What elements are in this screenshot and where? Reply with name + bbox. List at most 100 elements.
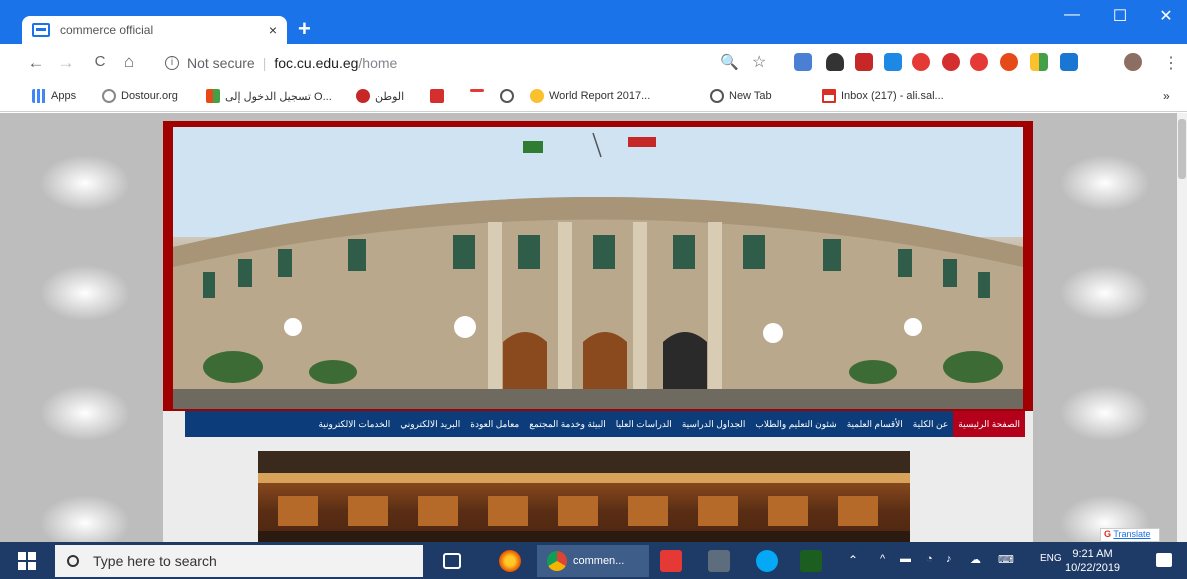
tab-strip: commerce official × + — ☐ ✕ [0,0,1187,44]
bookmark-new-tab[interactable]: New Tab [710,89,772,103]
profile-avatar[interactable] [1124,53,1142,71]
extension-8-icon[interactable] [1000,53,1018,71]
page-scrollbar[interactable] [1177,113,1187,542]
onedrive-icon[interactable]: ☁ [970,553,981,566]
page-viewport: الصفحة الرئيسية عن الكلية الأقسام العلمي… [0,113,1187,542]
globe-icon [102,89,116,103]
nav-about-faculty[interactable]: عن الكلية [908,411,953,437]
language-indicator[interactable]: ENG [1040,553,1062,564]
back-button[interactable]: ← [22,53,50,73]
nav-labs[interactable]: معامل العودة [465,411,524,437]
nav-graduate-studies[interactable]: الدراسات العليا [611,411,677,437]
extension-4-icon[interactable] [884,53,902,71]
minimize-button[interactable]: — [1052,6,1092,24]
bookmark-star-icon[interactable]: ☆ [752,52,766,72]
check-icon [530,89,544,103]
globe-icon [500,89,514,103]
extension-1-icon[interactable] [794,53,812,71]
nav-email[interactable]: البريد الالكتروني [395,411,465,437]
address-bar[interactable]: i Not secure | foc.cu.edu.eg /home [165,51,785,75]
chrome-menu-icon[interactable]: ⋮ [1163,53,1179,73]
bookmark-flag[interactable] [430,89,449,103]
address-host: foc.cu.edu.eg [274,55,359,71]
terminal-icon[interactable] [800,550,822,572]
keyboard-icon[interactable]: ⌨ [998,553,1014,566]
bookmarks-overflow-button[interactable]: » [1163,89,1170,103]
extension-7-icon[interactable] [970,53,988,71]
bookmark-globe[interactable] [500,89,519,103]
bookmark-elwatan[interactable]: الوطن [356,89,404,103]
action-center-icon[interactable] [1156,553,1172,567]
calendar-extension-icon[interactable] [855,53,873,71]
volume-icon[interactable]: ♪ [946,553,952,565]
firefox-icon[interactable] [499,550,521,572]
maximize-button[interactable]: ☐ [1100,6,1140,26]
nav-e-services[interactable]: الخدمات الالكترونية [313,411,395,437]
auditorium-photo [258,451,910,542]
adblock-icon[interactable] [942,53,960,71]
search-icon [67,555,79,567]
bookmark-apps[interactable]: Apps [32,89,76,103]
skype-icon[interactable] [756,550,778,572]
building-illustration [173,127,1023,409]
faculty-page: الصفحة الرئيسية عن الكلية الأقسام العلمي… [163,121,1033,542]
flag-icon [430,89,444,103]
network-icon[interactable]: ▬ [900,553,911,565]
extension-5-icon[interactable] [912,53,930,71]
nav-schedules[interactable]: الجداول الدراسية [677,411,751,437]
taskbar-chrome-window[interactable]: commen... [537,545,649,577]
elwatan-icon [356,89,370,103]
clock-date: 10/22/2019 [1065,562,1121,574]
auditorium-illustration [258,451,910,542]
nav-student-affairs[interactable]: شئون التعليم والطلاب [750,411,841,437]
chrome-window-label: commen... [573,555,625,567]
extension-9-icon[interactable] [1030,53,1048,71]
bookmark-inbox[interactable]: Inbox (217) - ali.sal... [822,89,944,103]
main-navigation: الصفحة الرئيسية عن الكلية الأقسام العلمي… [185,411,1025,437]
apps-icon [32,89,46,103]
nav-community-service[interactable]: البيئة وخدمة المجتمع [524,411,610,437]
taskbar-search-box[interactable]: Type here to search [55,545,423,577]
youtube-icon[interactable] [660,550,682,572]
task-view-icon[interactable] [443,553,461,569]
wifi-icon[interactable]: ◔ [926,553,933,565]
taskbar-scroll-button[interactable]: ⌃ [848,553,858,567]
page-favicon-icon [32,23,50,37]
tab-close-icon[interactable]: × [269,22,277,38]
new-tab-button[interactable]: + [298,18,311,40]
bookmark-dostour[interactable]: Dostour.org [102,89,178,103]
dash-icon [470,89,484,92]
tab-commerce-official[interactable]: commerce official × [22,16,287,44]
bookmark-world-report[interactable]: World Report 2017... [530,89,650,103]
bookmark-office-login[interactable]: تسجيل الدخول إلى O... [206,89,332,103]
tab-title: commerce official [60,23,154,37]
extension-10-icon[interactable] [1060,53,1078,71]
reload-button[interactable]: C [86,53,114,70]
nav-departments[interactable]: الأقسام العلمية [842,411,908,437]
forward-button[interactable]: → [52,53,80,73]
google-translate-button[interactable]: G Translate [1100,528,1160,542]
windows-start-button[interactable] [18,552,36,570]
address-separator: | [262,55,267,71]
gmail-icon [822,89,836,103]
nav-home[interactable]: الصفحة الرئيسية [953,411,1025,437]
scrollbar-thumb[interactable] [1178,119,1186,179]
zoom-search-icon[interactable]: 🔍 [720,53,739,71]
search-placeholder: Type here to search [93,553,217,569]
windows-taskbar: Type here to search commen... ⌃ ^ ▬ ◔ ♪ … [0,542,1187,579]
show-hidden-icons-button[interactable]: ^ [880,553,885,565]
globe-icon [710,89,724,103]
security-status: Not secure [187,55,255,71]
system-clock[interactable]: 9:21 AM 10/22/2019 [1065,547,1120,575]
info-icon[interactable]: i [165,56,179,70]
bookmarks-bar: Apps Dostour.org تسجيل الدخول إلى O... ا… [0,82,1187,112]
address-path: /home [358,55,398,71]
chrome-icon [547,551,567,571]
faculty-building-photo [173,127,1023,409]
office-icon [206,89,220,103]
app-icon[interactable] [708,550,730,572]
home-button[interactable]: ⌂ [115,52,143,72]
bookmark-dash[interactable] [470,89,489,92]
close-window-button[interactable]: ✕ [1146,6,1186,26]
extension-2-icon[interactable] [826,53,844,71]
